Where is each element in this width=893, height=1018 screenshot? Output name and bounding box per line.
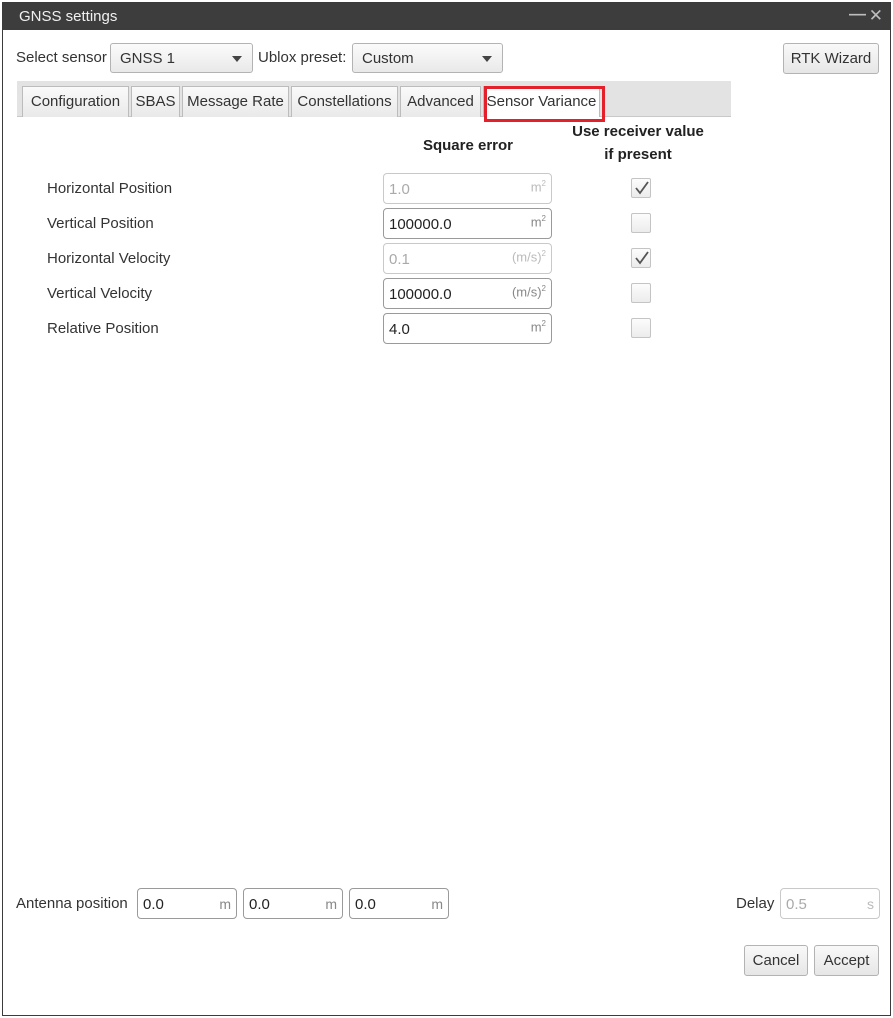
use-receiver-header-line1: Use receiver value (572, 123, 704, 140)
tab-sbas[interactable]: SBAS (131, 86, 180, 117)
unit-exponent: 2 (541, 179, 546, 188)
ublox-preset-label: Ublox preset: (258, 49, 347, 66)
chevron-down-icon (232, 56, 242, 62)
chevron-down-icon (482, 56, 492, 62)
antenna-x-value: 0.0 (143, 896, 164, 913)
unit-base: m (530, 319, 542, 335)
tab-constellations[interactable]: Constellations (291, 86, 398, 117)
select-sensor-value: GNSS 1 (120, 50, 176, 67)
use-receiver-checkbox[interactable] (631, 178, 651, 198)
square-error-value: 100000.0 (389, 286, 452, 303)
ublox-preset-dropdown[interactable]: Custom (352, 43, 503, 73)
select-sensor-dropdown[interactable]: GNSS 1 (110, 43, 253, 73)
antenna-position-label: Antenna position (16, 895, 128, 912)
ublox-preset-value: Custom (362, 50, 414, 67)
tab-configuration[interactable]: Configuration (22, 86, 129, 117)
unit-base: (m/s) (511, 249, 542, 265)
close-icon[interactable]: ✕ (869, 6, 883, 26)
title-bar: GNSS settings — ✕ (3, 3, 890, 30)
checkmark-icon (635, 251, 649, 265)
square-error-unit: m2 (531, 179, 546, 194)
square-error-field[interactable]: 0.1 (m/s)2 (383, 243, 552, 274)
antenna-y-field[interactable]: 0.0 m (243, 888, 343, 919)
antenna-y-unit: m (325, 896, 337, 912)
use-receiver-checkbox[interactable] (631, 283, 651, 303)
cancel-button[interactable]: Cancel (744, 945, 808, 976)
select-sensor-label: Select sensor (16, 49, 107, 66)
antenna-z-unit: m (431, 896, 443, 912)
antenna-z-value: 0.0 (355, 896, 376, 913)
square-error-field[interactable]: 100000.0 m2 (383, 208, 552, 239)
unit-exponent: 2 (541, 319, 546, 328)
tab-bar: Configuration SBAS Message Rate Constell… (17, 81, 731, 117)
square-error-unit: m2 (531, 214, 546, 229)
antenna-x-field[interactable]: 0.0 m (137, 888, 237, 919)
unit-base: m (530, 214, 542, 230)
square-error-value: 100000.0 (389, 216, 452, 233)
accept-button[interactable]: Accept (814, 945, 879, 976)
window-title: GNSS settings (19, 8, 118, 25)
variance-row-label: Horizontal Velocity (47, 250, 171, 267)
gnss-settings-window: GNSS settings — ✕ Select sensor GNSS 1 U… (2, 2, 891, 1016)
tab-message-rate[interactable]: Message Rate (182, 86, 289, 117)
square-error-field[interactable]: 1.0 m2 (383, 173, 552, 204)
minimize-icon[interactable]: — (849, 4, 866, 24)
variance-row-label: Vertical Velocity (47, 285, 153, 302)
unit-exponent: 2 (541, 249, 546, 258)
square-error-unit: (m/s)2 (512, 249, 546, 264)
use-receiver-checkbox[interactable] (631, 213, 651, 233)
delay-field[interactable]: 0.5 s (780, 888, 880, 919)
square-error-field[interactable]: 4.0 m2 (383, 313, 552, 344)
square-error-unit: (m/s)2 (512, 284, 546, 299)
use-receiver-checkbox[interactable] (631, 318, 651, 338)
antenna-y-value: 0.0 (249, 896, 270, 913)
unit-base: m (530, 179, 542, 195)
delay-label: Delay (736, 895, 775, 912)
square-error-value: 1.0 (389, 181, 410, 198)
use-receiver-header-line2: if present (604, 146, 672, 163)
variance-row-label: Relative Position (47, 320, 159, 337)
rtk-wizard-button[interactable]: RTK Wizard (783, 43, 879, 74)
delay-unit: s (867, 896, 874, 912)
use-receiver-checkbox[interactable] (631, 248, 651, 268)
unit-base: (m/s) (511, 284, 542, 300)
square-error-unit: m2 (531, 319, 546, 334)
delay-value: 0.5 (786, 896, 807, 913)
square-error-value: 4.0 (389, 321, 410, 338)
active-tab-highlight (484, 86, 605, 122)
antenna-x-unit: m (219, 896, 231, 912)
tab-advanced[interactable]: Advanced (400, 86, 481, 117)
square-error-header: Square error (422, 137, 514, 154)
variance-row-label: Vertical Position (47, 215, 154, 232)
checkmark-icon (635, 181, 649, 195)
variance-row-label: Horizontal Position (47, 180, 173, 197)
unit-exponent: 2 (541, 214, 546, 223)
unit-exponent: 2 (541, 284, 546, 293)
square-error-value: 0.1 (389, 251, 410, 268)
square-error-field[interactable]: 100000.0 (m/s)2 (383, 278, 552, 309)
antenna-z-field[interactable]: 0.0 m (349, 888, 449, 919)
